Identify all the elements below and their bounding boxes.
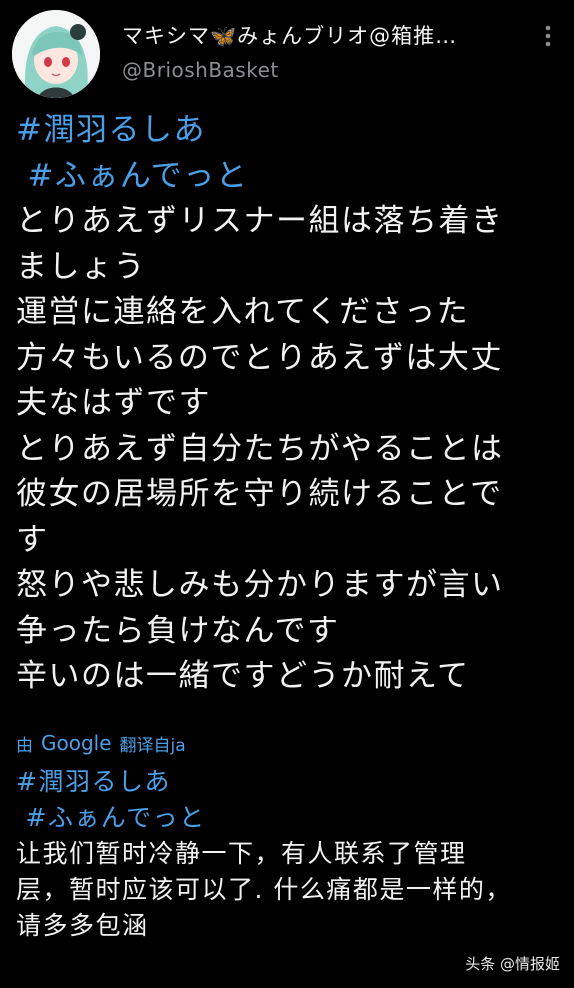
tweet-text-line: 辛いのは一緒ですどうか耐えて bbox=[16, 658, 470, 694]
tweet-text-line: ましょう bbox=[16, 248, 146, 285]
translated-text-line: 层，暂时应该可以了. 什么痛都是一样的， bbox=[16, 875, 512, 904]
hashtag-link[interactable]: #ふぁんでっと bbox=[16, 800, 568, 836]
tweet-text-line: 争ったら負けなんです bbox=[16, 612, 340, 649]
google-logo: Google bbox=[41, 731, 112, 755]
hashtag-link[interactable]: #ふぁんでっと bbox=[16, 154, 568, 200]
translated-text-line: 让我们暂时冷静一下，有人联系了管理 bbox=[16, 839, 467, 868]
tweet-text-line: 夫なはずです bbox=[16, 385, 211, 421]
more-vert-icon[interactable] bbox=[536, 24, 560, 48]
tweet-text-line: とりあえずリスナー組は落ち着き bbox=[16, 203, 504, 239]
translated-from-label: 翻译自ja bbox=[119, 735, 186, 756]
tweet-text-line: 彼女の居場所を守り続けることで bbox=[16, 476, 503, 512]
avatar[interactable] bbox=[12, 10, 100, 98]
tweet-header: マキシマ🦋みょんブリオ@箱推… @BrioshBasket bbox=[0, 0, 574, 100]
tweet-text-line: 運営に連絡を入れてくださった bbox=[16, 294, 470, 330]
user-handle[interactable]: @BrioshBasket bbox=[122, 58, 279, 82]
translated-by-label: 由 bbox=[16, 735, 33, 756]
tweet-text-line: 怒りや悲しみも分かりますが言い bbox=[16, 567, 504, 603]
tweet-body: #潤羽るしあ #ふぁんでっと とりあえずリスナー組は落ち着き ましょう 運営に連… bbox=[16, 108, 568, 700]
translated-text-line: 请多多包涵 bbox=[16, 911, 149, 940]
anime-girl-avatar-icon bbox=[12, 10, 100, 98]
display-name[interactable]: マキシマ🦋みょんブリオ@箱推… bbox=[122, 20, 502, 50]
hashtag-link[interactable]: #潤羽るしあ bbox=[16, 764, 568, 800]
watermark: 头条 @情报姬 bbox=[465, 955, 560, 973]
tweet-text-line: す bbox=[16, 521, 49, 558]
tweet-text-line: 方々もいるのでとりあえずは大丈 bbox=[16, 339, 503, 376]
hashtag-link[interactable]: #潤羽るしあ bbox=[16, 108, 568, 154]
translated-text: #潤羽るしあ #ふぁんでっと 让我们暂时冷静一下，有人联系了管理 层，暂时应该可… bbox=[16, 764, 568, 944]
tweet-text-line: とりあえず自分たちがやることは bbox=[16, 430, 504, 467]
translation-attribution[interactable]: 由 Google 翻译自ja bbox=[16, 728, 186, 758]
